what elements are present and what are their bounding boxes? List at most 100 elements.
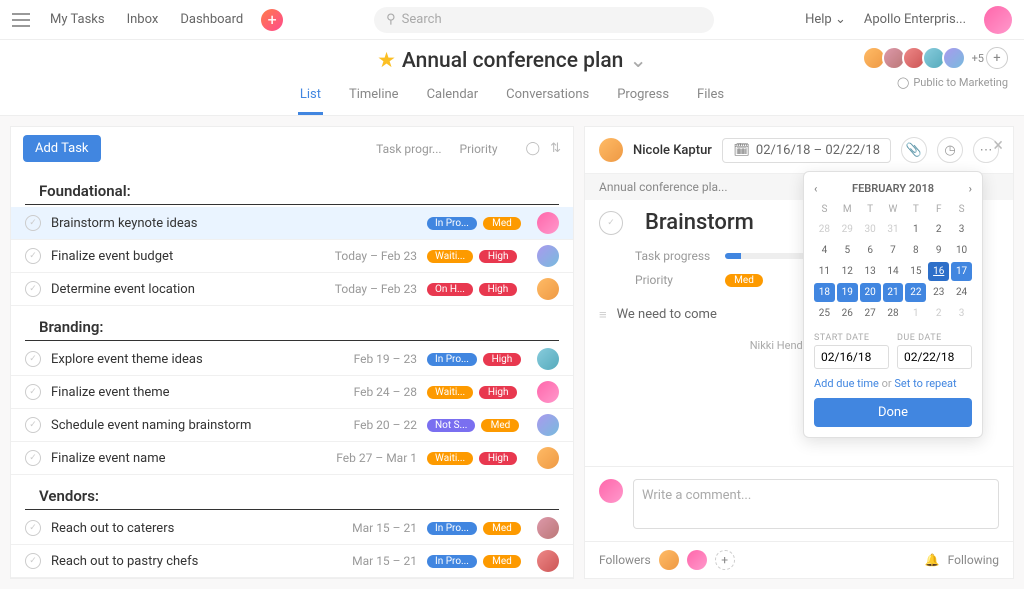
assignee-avatar[interactable] <box>537 414 559 436</box>
calendar-day[interactable]: 3 <box>951 304 972 323</box>
nav-inbox[interactable]: Inbox <box>127 12 159 27</box>
calendar-day[interactable]: 15 <box>905 262 926 281</box>
calendar-day[interactable]: 17 <box>951 262 972 281</box>
progress-pill[interactable]: Waiti... <box>427 386 473 399</box>
progress-pill[interactable]: On H... <box>427 283 473 296</box>
menu-icon[interactable] <box>12 13 30 27</box>
priority-pill[interactable]: Med <box>481 419 519 432</box>
calendar-day[interactable]: 21 <box>883 283 904 302</box>
assignee-avatar[interactable] <box>537 517 559 539</box>
calendar-day[interactable]: 11 <box>814 262 835 281</box>
follower-avatar[interactable] <box>659 550 679 570</box>
calendar-day[interactable]: 25 <box>814 304 835 323</box>
calendar-day[interactable]: 28 <box>883 304 904 323</box>
done-button[interactable]: Done <box>814 398 972 427</box>
chevron-down-icon[interactable]: ⌄ <box>629 48 647 73</box>
task-row[interactable]: ✓Finalize event themeFeb 24 – 28Waiti...… <box>11 376 573 409</box>
search-input[interactable]: ⚲ Search <box>374 7 714 33</box>
task-checkbox[interactable]: ✓ <box>25 520 41 536</box>
workspace-switcher[interactable]: Apollo Enterpris... <box>864 12 966 27</box>
members-more[interactable]: +5 <box>972 52 984 65</box>
star-icon[interactable]: ★ <box>377 48 396 73</box>
calendar-day[interactable]: 16 <box>928 262 949 281</box>
start-date-input[interactable] <box>814 345 889 369</box>
assignee-avatar[interactable] <box>537 550 559 572</box>
calendar-day[interactable]: 8 <box>905 241 926 260</box>
nav-my-tasks[interactable]: My Tasks <box>50 12 105 27</box>
assignee-avatar[interactable] <box>537 278 559 300</box>
task-checkbox[interactable]: ✓ <box>25 384 41 400</box>
calendar-day[interactable]: 20 <box>860 283 881 302</box>
task-row[interactable]: ✓Determine event locationToday – Feb 23O… <box>11 273 573 306</box>
calendar-day[interactable]: 28 <box>814 220 835 239</box>
progress-pill[interactable]: Not S... <box>427 419 475 432</box>
tab-list[interactable]: List <box>298 81 323 115</box>
progress-pill[interactable]: Waiti... <box>427 250 473 263</box>
assignee-name[interactable]: Nicole Kaptur <box>633 143 712 158</box>
tab-progress[interactable]: Progress <box>615 81 671 115</box>
assignee-icon[interactable]: ◯ <box>526 141 541 156</box>
task-checkbox[interactable]: ✓ <box>25 248 41 264</box>
calendar-day[interactable]: 10 <box>951 241 972 260</box>
add-follower-button[interactable]: + <box>715 550 735 570</box>
calendar-day[interactable]: 2 <box>928 220 949 239</box>
attachment-icon[interactable]: 📎 <box>901 137 927 163</box>
date-range-button[interactable]: 🗓 02/16/18 – 02/22/18 <box>722 138 891 163</box>
progress-pill[interactable]: Waiti... <box>427 452 473 465</box>
complete-checkbox[interactable]: ✓ <box>599 211 623 235</box>
calendar-day[interactable]: 1 <box>905 220 926 239</box>
column-priority[interactable]: Priority <box>460 142 498 156</box>
task-row[interactable]: ✓Finalize event budgetToday – Feb 23Wait… <box>11 240 573 273</box>
progress-pill[interactable]: In Pro... <box>427 555 477 568</box>
calendar-day[interactable]: 27 <box>860 304 881 323</box>
add-due-time-link[interactable]: Add due time <box>814 377 879 390</box>
calendar-day[interactable]: 14 <box>883 262 904 281</box>
priority-pill[interactable]: Med <box>483 217 521 230</box>
progress-pill[interactable]: In Pro... <box>427 353 477 366</box>
priority-pill[interactable]: High <box>483 353 521 366</box>
task-checkbox[interactable]: ✓ <box>25 450 41 466</box>
priority-pill[interactable]: High <box>479 452 517 465</box>
priority-pill[interactable]: High <box>479 386 517 399</box>
section-header[interactable]: Branding: <box>25 310 559 341</box>
add-member-button[interactable]: + <box>986 47 1008 69</box>
calendar-day[interactable]: 18 <box>814 283 835 302</box>
calendar-day[interactable]: 23 <box>928 283 949 302</box>
column-task-progress[interactable]: Task progr... <box>376 142 441 156</box>
calendar-day[interactable]: 7 <box>883 241 904 260</box>
member-avatar[interactable] <box>942 46 966 70</box>
calendar-day[interactable]: 6 <box>860 241 881 260</box>
calendar-day[interactable]: 2 <box>928 304 949 323</box>
progress-pill[interactable]: In Pro... <box>427 217 477 230</box>
add-button[interactable]: + <box>261 9 283 31</box>
following-toggle[interactable]: Following <box>948 553 999 567</box>
comment-input[interactable]: Write a comment... <box>633 479 999 529</box>
close-icon[interactable]: × <box>993 135 1003 156</box>
calendar-day[interactable]: 13 <box>860 262 881 281</box>
prev-month-button[interactable]: ‹ <box>814 182 817 195</box>
calendar-day[interactable]: 19 <box>837 283 858 302</box>
task-checkbox[interactable]: ✓ <box>25 281 41 297</box>
visibility-label[interactable]: ◯ Public to Marketing <box>897 76 1008 89</box>
task-checkbox[interactable]: ✓ <box>25 215 41 231</box>
calendar-day[interactable]: 5 <box>837 241 858 260</box>
task-checkbox[interactable]: ✓ <box>25 553 41 569</box>
next-month-button[interactable]: › <box>969 182 972 195</box>
nav-help[interactable]: Help ⌄ <box>805 12 846 27</box>
calendar-day[interactable]: 12 <box>837 262 858 281</box>
task-row[interactable]: ✓Reach out to pastry chefsMar 15 – 21In … <box>11 545 573 578</box>
user-avatar[interactable] <box>984 6 1012 34</box>
section-header[interactable]: Foundational: <box>25 174 559 205</box>
calendar-day[interactable]: 26 <box>837 304 858 323</box>
task-row[interactable]: ✓Collect catering proposalsMar 22 – 26No… <box>11 578 573 579</box>
task-detail-title[interactable]: Brainstorm <box>645 210 754 235</box>
progress-bar[interactable] <box>725 253 815 259</box>
nav-dashboard[interactable]: Dashboard <box>180 12 243 27</box>
task-row[interactable]: ✓Brainstorm keynote ideasIn Pro...Med <box>11 207 573 240</box>
task-row[interactable]: ✓Finalize event nameFeb 27 – Mar 1Waiti.… <box>11 442 573 475</box>
tab-files[interactable]: Files <box>695 81 726 115</box>
calendar-day[interactable]: 1 <box>905 304 926 323</box>
assignee-avatar[interactable] <box>537 212 559 234</box>
calendar-day[interactable]: 22 <box>905 283 926 302</box>
calendar-day[interactable]: 3 <box>951 220 972 239</box>
